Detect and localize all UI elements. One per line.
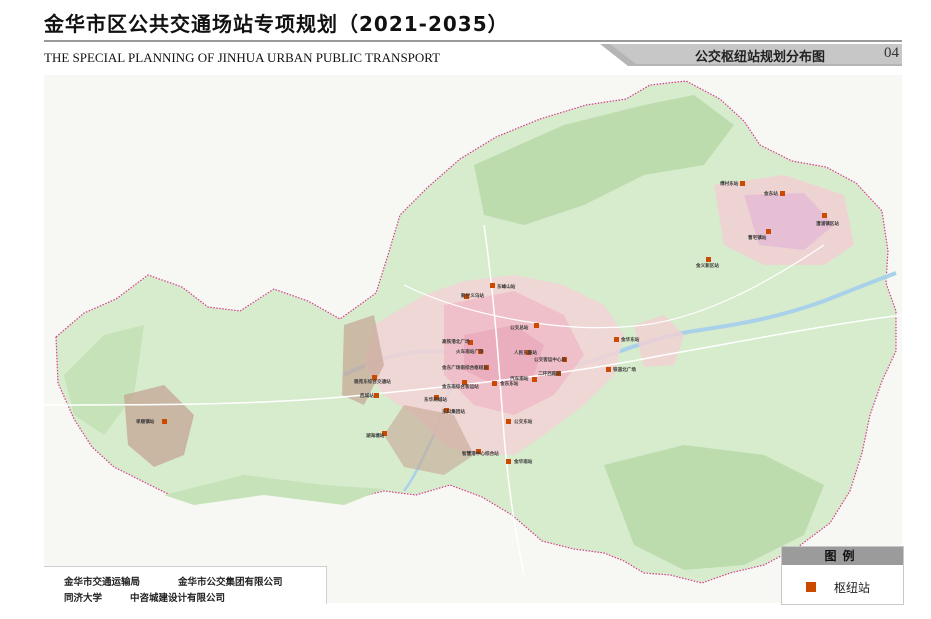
hub-station-marker[interactable] bbox=[534, 323, 539, 328]
hub-station-label: 新世义乌站 bbox=[461, 292, 484, 299]
hub-station-label: 金华南站 bbox=[513, 458, 533, 465]
hub-station-label: 西城站 bbox=[360, 392, 374, 399]
hub-station-marker[interactable] bbox=[374, 393, 379, 398]
hub-station-marker[interactable] bbox=[492, 381, 497, 386]
hub-station-label: 人民东路站 bbox=[513, 349, 537, 356]
hub-station-marker[interactable] bbox=[706, 257, 711, 262]
page-title: 金华市区公共交通场站专项规划（2021-2035） bbox=[44, 12, 509, 36]
hub-station-label: 二环西路站 bbox=[538, 370, 561, 377]
hub-station-label: 湖海塘站 bbox=[366, 432, 385, 439]
legend-label: 枢纽站 bbox=[834, 581, 871, 595]
hub-station-marker[interactable] bbox=[506, 419, 511, 424]
map-legend: 图例 枢纽站 bbox=[781, 546, 904, 605]
hub-station-marker[interactable] bbox=[532, 377, 537, 382]
hub-station-label: 金华东站 bbox=[620, 336, 640, 343]
hub-station-label: 金东站 bbox=[763, 190, 778, 197]
hub-station-label: 东华商城站 bbox=[424, 396, 447, 403]
header-divider bbox=[44, 40, 902, 42]
hub-station-label: 金东广场南综合枢纽站 bbox=[441, 364, 488, 371]
legend-title: 图例 bbox=[782, 547, 903, 565]
hub-swatch bbox=[806, 582, 816, 592]
transport-map[interactable]: 东峰山站 新世义乌站 公交总站 高铁港北广场 火车南站广场 人民东路站 金华东站… bbox=[44, 75, 902, 603]
credit-line: 中咨城建设计有限公司 bbox=[130, 593, 226, 604]
hub-station-label: 金东南综合客运站 bbox=[441, 383, 479, 390]
hub-station-label: 东科集团站 bbox=[442, 408, 465, 415]
sheet-number: 04 bbox=[884, 45, 899, 61]
hub-station-label: 傅村东站 bbox=[719, 180, 739, 187]
credit-line: 金华市交通运输局 bbox=[64, 577, 141, 588]
hub-station-label: 火车南站广场 bbox=[456, 348, 484, 355]
credits-panel: 金华市交通运输局 金华市公交集团有限公司 同济大学 中咨城建设计有限公司 bbox=[44, 566, 327, 604]
hub-station-label: 高铁港北广场 bbox=[442, 338, 470, 345]
hub-station-label: 东峰山站 bbox=[497, 283, 516, 290]
english-subtitle: THE SPECIAL PLANNING OF JINHUA URBAN PUB… bbox=[44, 50, 441, 65]
hub-station-label: 金义新区站 bbox=[695, 262, 719, 269]
hub-station-label: 汽车南站 bbox=[510, 375, 529, 382]
hub-station-label: 公交东站 bbox=[514, 418, 533, 425]
hub-station-label: 公交客运中心站 bbox=[534, 356, 567, 363]
credit-line: 同济大学 bbox=[64, 593, 103, 604]
sheet-title: 公交枢纽站规划分布图 bbox=[695, 50, 826, 65]
hub-station-marker[interactable] bbox=[490, 283, 495, 288]
hub-station-label: 公交总站 bbox=[510, 324, 529, 331]
hub-station-marker[interactable] bbox=[162, 419, 167, 424]
hub-station-marker[interactable] bbox=[614, 337, 619, 342]
hub-station-label: 雅苑东综合交通站 bbox=[354, 378, 391, 385]
hub-station-marker[interactable] bbox=[822, 213, 827, 218]
hub-station-marker[interactable] bbox=[780, 191, 785, 196]
hub-station-marker[interactable] bbox=[740, 181, 745, 186]
hub-station-label: 智慧港中心综合站 bbox=[462, 450, 499, 457]
credit-line: 金华市公交集团有限公司 bbox=[178, 577, 283, 588]
hub-station-label: 铁道北广场 bbox=[613, 366, 636, 373]
hub-station-marker[interactable] bbox=[606, 367, 611, 372]
hub-station-label: 金东东站 bbox=[499, 380, 519, 387]
hub-station-marker[interactable] bbox=[506, 459, 511, 464]
hub-station-label: 孝顺镇站 bbox=[135, 418, 155, 425]
hub-station-marker[interactable] bbox=[766, 229, 771, 234]
hub-station-label: 澧浦镇区站 bbox=[816, 220, 839, 227]
hub-station-label: 曹宅镇站 bbox=[748, 234, 767, 241]
